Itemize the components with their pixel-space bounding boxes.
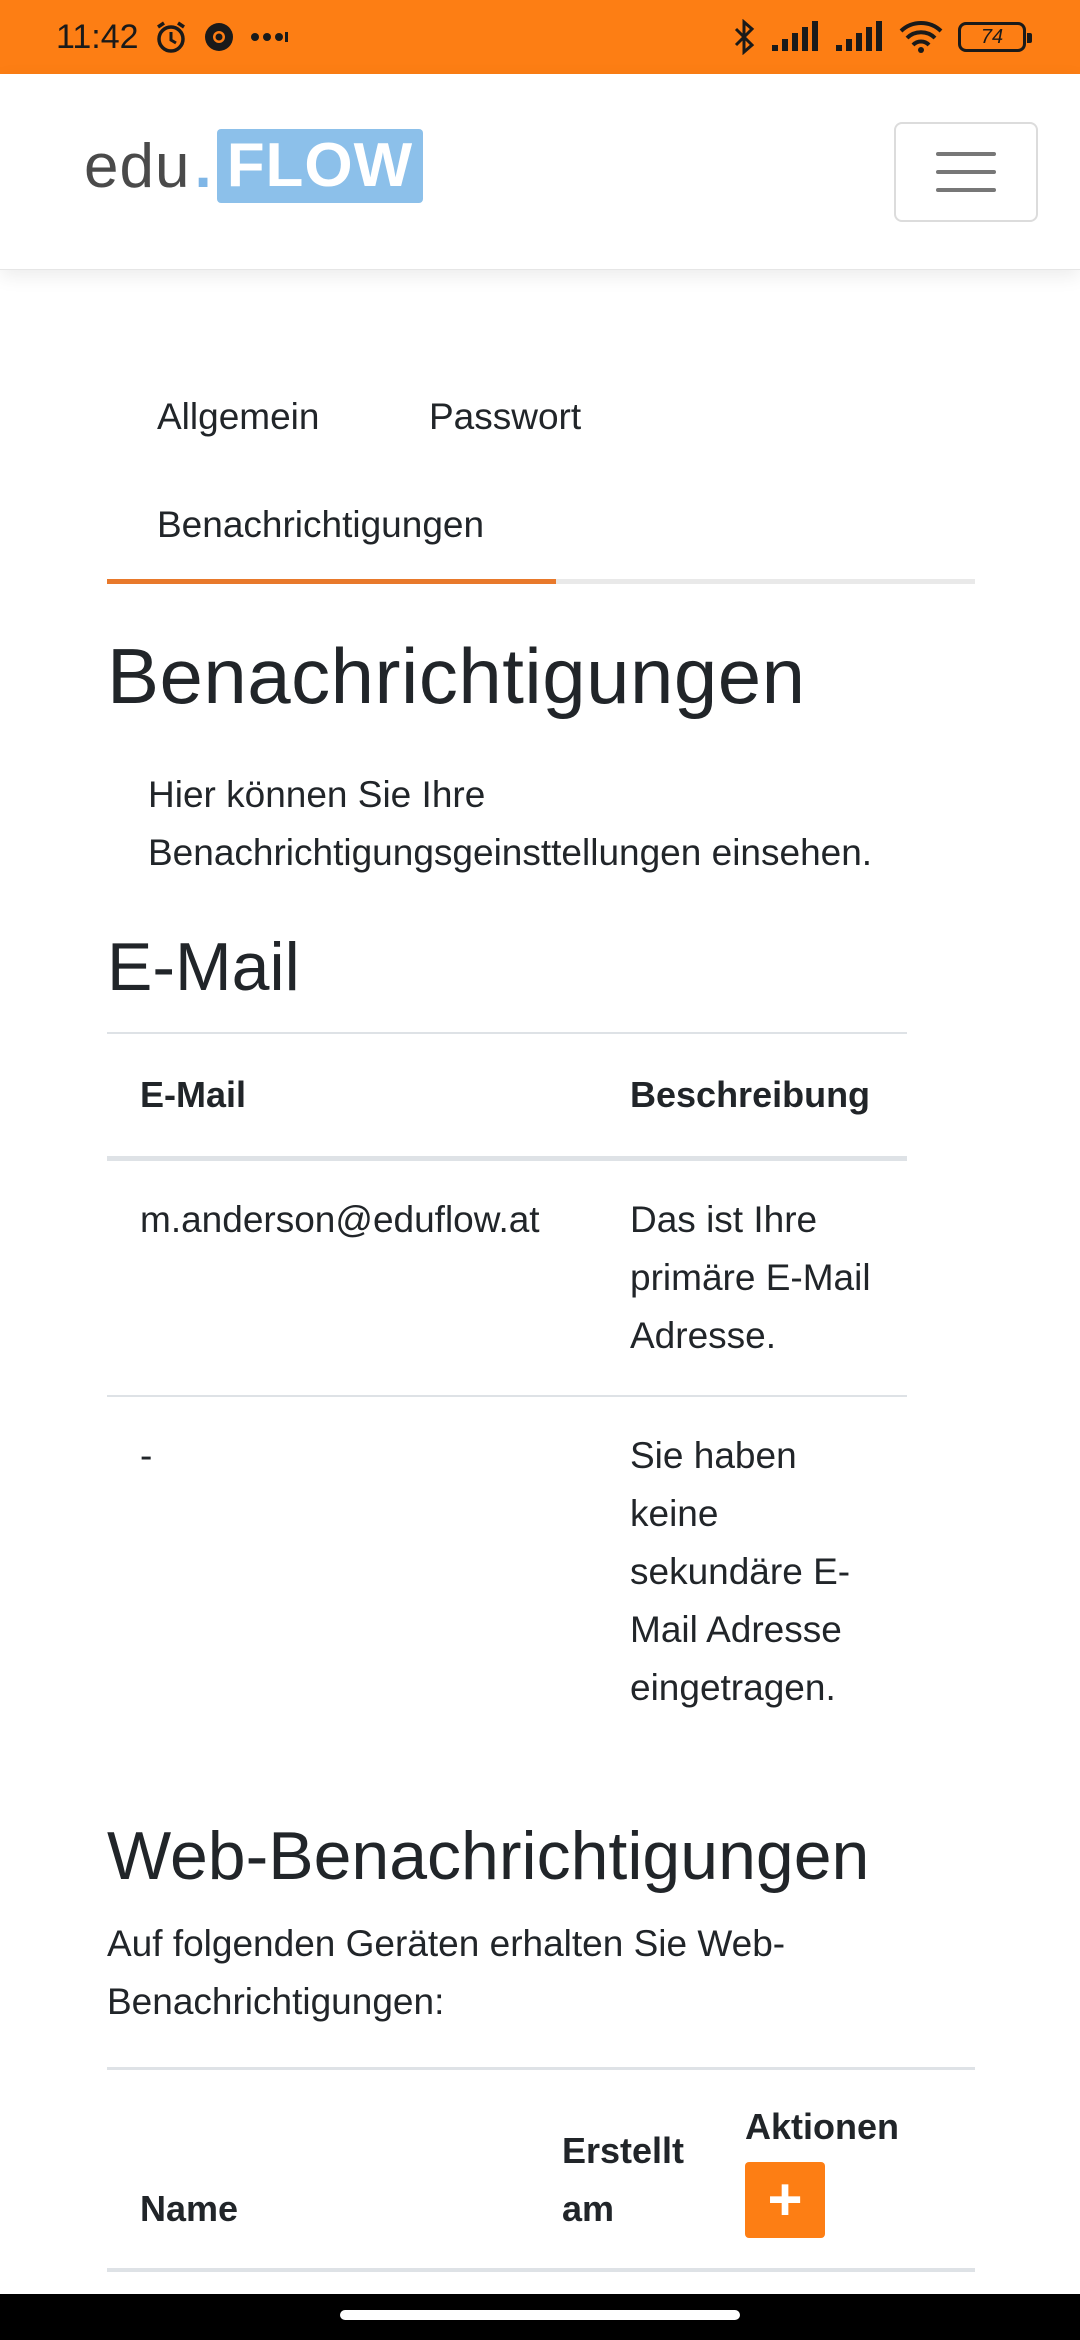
web-notifications-title: Web-Benachrichtigungen (107, 1817, 870, 1894)
battery-level: 74 (980, 25, 1004, 48)
status-time: 11:42 (56, 17, 139, 56)
add-device-button[interactable]: + (745, 2162, 825, 2239)
table-header-row: E-Mail Beschreibung (107, 1032, 907, 1161)
main-content: Allgemein Passwort Benachrichtigungen Be… (107, 270, 975, 2273)
description-cell: Sie haben keine sekundäre E-Mail Adresse… (630, 1434, 851, 1708)
email-cell: - (140, 1434, 153, 1476)
hamburger-icon-line (936, 170, 996, 174)
status-bar: 11:42 74 (0, 0, 1080, 74)
column-header-name: Name (140, 2188, 239, 2230)
table-row: - Sie haben keine sekundäre E-Mail Adres… (107, 1396, 907, 1747)
web-devices-table: Name Erstellt am Aktionen + (107, 2067, 975, 2273)
wifi-icon (898, 20, 944, 54)
more-icon (249, 30, 289, 44)
email-section-title: E-Mail (107, 928, 300, 1005)
column-header-actions: Aktionen (745, 2106, 900, 2148)
brand-text-edu: edu (84, 131, 191, 201)
column-header-description: Beschreibung (597, 1032, 907, 1161)
column-header-email: E-Mail (107, 1032, 597, 1161)
menu-toggle-button[interactable] (894, 122, 1038, 222)
column-header-created: Erstellt am (562, 2130, 685, 2230)
chrome-icon (203, 21, 235, 53)
brand-text-dot: . (194, 131, 213, 201)
brand-text-flow: FLOW (216, 129, 424, 203)
brand-logo[interactable]: edu . FLOW (84, 128, 424, 204)
active-tab-indicator (107, 579, 556, 584)
page-title: Benachrichtigungen (107, 632, 806, 720)
alarm-icon (153, 19, 189, 55)
hamburger-icon-line (936, 152, 996, 156)
intro-text: Hier können Sie Ihre Benachrichtigungsge… (148, 773, 873, 873)
email-cell: m.anderson@eduflow.at (107, 1158, 597, 1397)
tab-passwort[interactable]: Passwort (429, 396, 581, 438)
email-table: E-Mail Beschreibung m.anderson@eduflow.a… (107, 1031, 907, 1747)
tab-benachrichtigungen[interactable]: Benachrichtigungen (157, 504, 484, 546)
top-navbar: edu . FLOW (0, 74, 1080, 270)
hamburger-icon-line (936, 188, 996, 192)
home-indicator[interactable] (340, 2310, 740, 2320)
table-header-row: Name Erstellt am Aktionen + (107, 2069, 975, 2271)
column-header-actions-cell: Aktionen + (745, 2069, 975, 2271)
signal-icon (770, 21, 820, 53)
battery-icon: 74 (958, 22, 1032, 52)
signal-icon (834, 21, 884, 53)
settings-tabs: Allgemein Passwort Benachrichtigungen (107, 374, 975, 584)
table-row: m.anderson@eduflow.at Das ist Ihre primä… (107, 1158, 907, 1397)
tab-allgemein[interactable]: Allgemein (157, 396, 319, 438)
description-cell: Das ist Ihre primäre E-Mail Adresse. (597, 1158, 907, 1397)
plus-icon: + (767, 2166, 803, 2234)
web-notifications-description: Auf folgenden Geräten erhalten Sie Web-B… (107, 1923, 786, 2023)
bluetooth-icon (732, 19, 756, 55)
